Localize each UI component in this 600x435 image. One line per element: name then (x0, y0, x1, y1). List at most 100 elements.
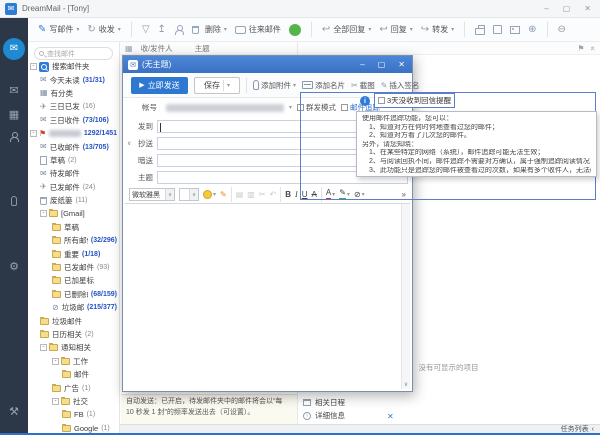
insert-signature-button[interactable]: ✎ 插入签名 (381, 80, 420, 91)
forward-button[interactable]: ↪转发▾ (421, 24, 454, 35)
collapse-button[interactable]: ⊖ (558, 25, 566, 35)
expander-icon[interactable]: - (30, 63, 37, 70)
tree-item-3[interactable]: ✈三日已发(16) (28, 100, 119, 113)
tree-item-18[interactable]: ⊘垃圾邮件(215/377) (28, 301, 119, 314)
tree-item-4[interactable]: ✉三日收件(73/106) (28, 114, 119, 127)
filter-button[interactable]: ▽ (142, 25, 150, 35)
chevron-down-icon[interactable]: ▾ (289, 104, 292, 111)
font-family-select[interactable]: 微软雅黑 ∨ (129, 188, 175, 201)
column-from-to[interactable]: 收/发件人 (141, 43, 173, 54)
paste-button[interactable]: ▤ (236, 190, 244, 199)
zoom-button[interactable]: ⊕ (528, 25, 536, 35)
underline-button[interactable]: U (302, 190, 308, 199)
clear-format-button[interactable]: ⊘▾ (354, 190, 365, 199)
cut-button[interactable]: ✂ (259, 190, 266, 199)
rail-mail-module-button[interactable]: ✉ (3, 38, 25, 60)
print-button[interactable] (475, 25, 485, 35)
tree-item-2[interactable]: ▦有分类 (28, 87, 119, 100)
tree-item-23[interactable]: 邮件 (28, 368, 119, 381)
bold-button[interactable]: B (285, 190, 291, 199)
highlight-button[interactable]: ✎▾ (339, 189, 350, 200)
more-button[interactable]: » (402, 190, 406, 199)
reply-all-button[interactable]: ↩全部回复▾ (322, 24, 371, 35)
rail-attachments-button[interactable] (0, 190, 28, 212)
expander-icon[interactable]: - (40, 210, 47, 217)
tree-item-5[interactable]: -⚑1292/1451 (28, 127, 119, 140)
tree-item-15[interactable]: 已发邮件(93) (28, 261, 119, 274)
rail-contacts-button[interactable] (0, 126, 28, 148)
window-close-button[interactable]: ✕ (584, 4, 591, 13)
emoji-button[interactable]: ▾ (203, 190, 216, 199)
font-color-button[interactable]: A▾ (326, 189, 335, 200)
panel-0-button[interactable]: 相关日程 (303, 396, 345, 409)
tree-item-11[interactable]: -[Gmail] (28, 207, 119, 220)
editor-scrollbar[interactable]: ∨ (401, 204, 410, 389)
correspondence-button[interactable]: 往来邮件 (235, 24, 281, 35)
tree-item-1[interactable]: ✉今天未读(31/31) (28, 73, 119, 86)
search-input[interactable]: 查找邮件 (34, 47, 113, 60)
undo-button[interactable]: ↶ (270, 190, 277, 199)
mark-read-button[interactable]: ↥ (158, 25, 166, 35)
compose-button[interactable]: ✎写邮件▾ (38, 24, 79, 35)
save-button[interactable]: 保存 ▾ (194, 77, 240, 94)
send-receive-button[interactable]: ↻收发▾ (87, 24, 120, 35)
compose-close-button[interactable]: ✕ (398, 60, 405, 69)
rail-mail-button[interactable]: ✉ (0, 80, 28, 102)
add-attachment-button[interactable]: 添加附件 ▾ (253, 80, 296, 91)
tree-item-8[interactable]: ✉待发邮件 (28, 167, 119, 180)
compose-minimize-button[interactable]: – (360, 60, 364, 69)
tree-item-21[interactable]: -通知相关 (28, 341, 119, 354)
tree-item-22[interactable]: -工作 (28, 355, 119, 368)
tree-item-7[interactable]: 草稿(2) (28, 154, 119, 167)
expander-icon[interactable]: - (52, 398, 59, 405)
format-painter-button[interactable]: ✎ (220, 190, 227, 199)
tree-item-24[interactable]: 广告(1) (28, 381, 119, 394)
help-button[interactable] (493, 25, 502, 34)
strike-button[interactable]: A (311, 190, 316, 199)
font-size-select[interactable]: ∨ (179, 188, 199, 201)
tree-item-20[interactable]: 日历相关(2) (28, 328, 119, 341)
tree-item-17[interactable]: 已删除邮件(68/159) (28, 288, 119, 301)
window-minimize-button[interactable]: – (544, 4, 548, 13)
account-avatar-button[interactable] (289, 24, 301, 36)
collapse-pane-icon[interactable]: « (588, 46, 597, 50)
tree-item-14[interactable]: 重要(1/18) (28, 247, 119, 260)
window-maximize-button[interactable]: ▢ (563, 4, 571, 13)
compose-maximize-button[interactable]: ▢ (378, 60, 386, 69)
mass-mode-checkbox[interactable]: 群发模式 (297, 102, 336, 113)
tree-item-16[interactable]: 已加星标 (28, 274, 119, 287)
tree-item-26[interactable]: FB(1) (28, 408, 119, 421)
send-now-button[interactable]: ▶ 立即发送 (131, 77, 188, 94)
tree-item-12[interactable]: 草稿 (28, 221, 119, 234)
scroll-down-icon[interactable]: ∨ (404, 381, 408, 389)
tree-item-9[interactable]: ✈已发邮件(24) (28, 181, 119, 194)
tree-item-25[interactable]: -社交 (28, 395, 119, 408)
rail-settings-button[interactable]: ⚙ (0, 256, 28, 278)
notification-close-icon[interactable]: ✕ (387, 412, 394, 421)
tree-item-6[interactable]: ✉已收邮件(13/705) (28, 140, 119, 153)
contacts-button[interactable] (174, 25, 184, 35)
info-icon[interactable]: i (360, 96, 370, 106)
account-value-redacted[interactable] (166, 104, 284, 112)
expander-icon[interactable]: - (30, 130, 37, 137)
message-body-editor[interactable]: ∨ (125, 203, 410, 389)
chevron-down-icon[interactable]: ∨ (127, 140, 131, 147)
delete-button[interactable]: 删除▾ (192, 24, 227, 35)
expander-icon[interactable]: - (40, 344, 47, 351)
chevron-left-icon[interactable]: ‹ (592, 426, 594, 433)
screenshot-button[interactable]: ✂ 截图 (351, 80, 375, 91)
add-card-button[interactable]: 添加名片 (302, 80, 345, 91)
rail-calendar-button[interactable]: ▦ (0, 104, 28, 126)
reply-button[interactable]: ↩回复▾ (379, 24, 412, 35)
tree-item-10[interactable]: 废纸篓(11) (28, 194, 119, 207)
panel-1-button[interactable]: i详细信息 (303, 409, 345, 422)
flag-icon[interactable]: ⚑ (577, 44, 584, 53)
tree-item-19[interactable]: 垃圾邮件 (28, 314, 119, 327)
column-subject[interactable]: 主题 (195, 43, 210, 54)
italic-button[interactable]: I (295, 190, 298, 199)
expander-icon[interactable]: - (52, 358, 59, 365)
tree-item-13[interactable]: 所有邮件(32/296) (28, 234, 119, 247)
compose-titlebar[interactable]: ✉ (无主题) – ▢ ✕ (123, 56, 412, 73)
no-reply-reminder-checkbox[interactable]: 3天没收到回信提醒 (374, 93, 455, 108)
tree-item-0[interactable]: -搜索邮件夹 (28, 60, 119, 73)
